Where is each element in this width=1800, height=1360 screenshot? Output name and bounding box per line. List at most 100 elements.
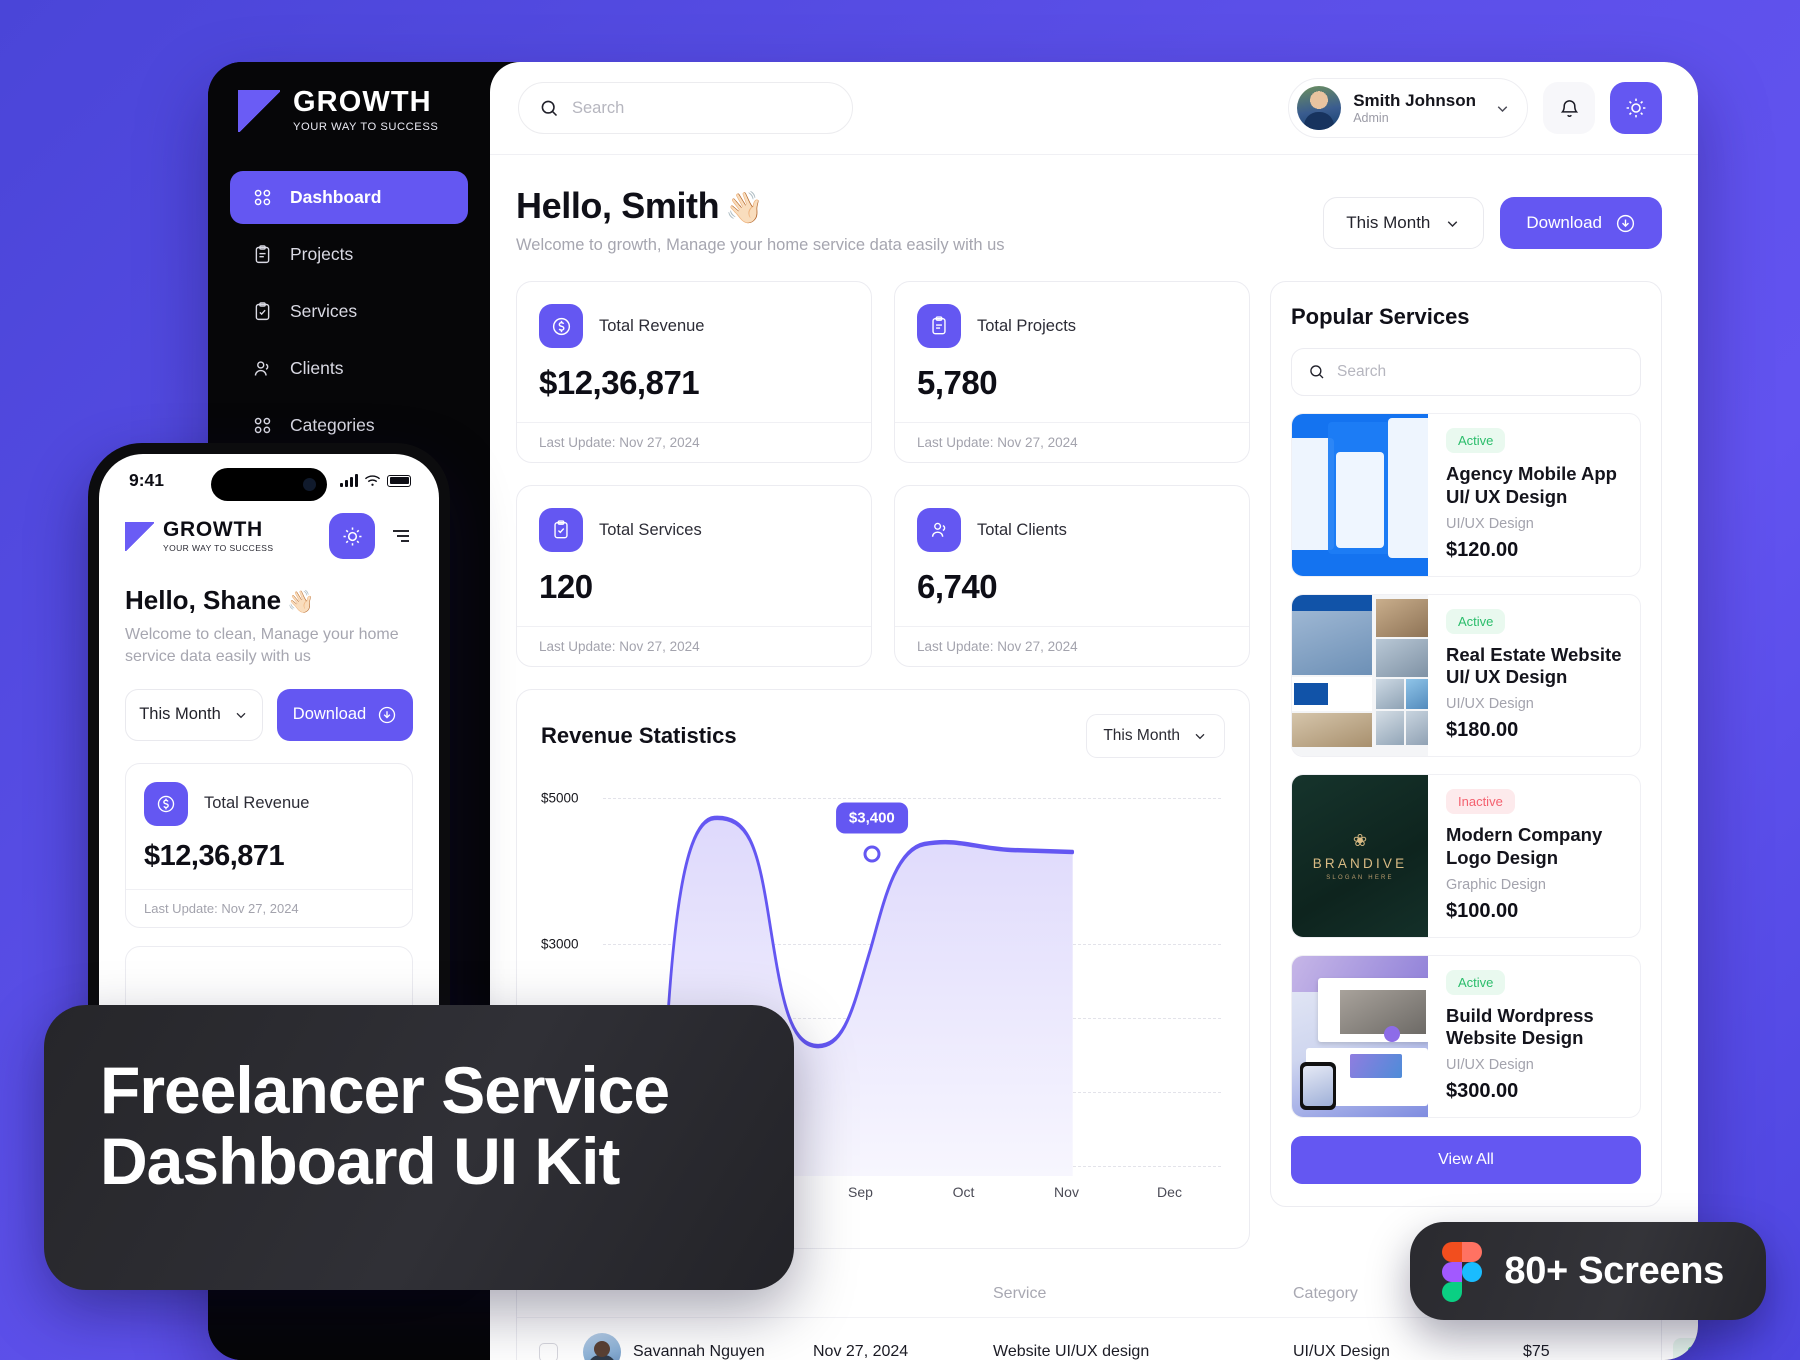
user-role: Admin (1353, 111, 1389, 126)
service-item[interactable]: Active Agency Mobile App UI/ UX Design U… (1291, 413, 1641, 577)
phone-download-label: Download (292, 705, 367, 724)
theme-toggle-button[interactable] (1610, 82, 1662, 134)
chevron-down-icon (236, 712, 246, 719)
status-badge: Inactive (1446, 789, 1515, 814)
chevron-down-icon (1195, 733, 1205, 740)
grid-icon (254, 417, 271, 434)
users-icon (254, 361, 269, 376)
status-badge: Active (1446, 428, 1506, 453)
topbar: Search Smith Johnson Admin (490, 62, 1698, 155)
search-icon (1310, 365, 1324, 379)
growth-logo-icon (238, 89, 280, 132)
service-price: $100.00 (1446, 899, 1519, 922)
phone-logo: GROWTH YOUR WAY TO SUCCESS (125, 519, 273, 553)
period-label: This Month (1346, 213, 1431, 232)
phone-theme-toggle[interactable] (329, 513, 375, 559)
stat-card-total-projects: Total Projects 5,780 Last Update: Nov 27… (894, 281, 1250, 463)
brand-name: GROWTH (293, 86, 432, 118)
page-subtitle: Welcome to growth, Manage your home serv… (516, 236, 1005, 254)
row-amount: $75 (1523, 1343, 1550, 1360)
sidebar-item-label: Clients (290, 358, 344, 378)
services-search-placeholder: Search (1337, 363, 1387, 380)
users-icon (917, 508, 961, 552)
x-tick-label: Nov (1054, 1184, 1079, 1200)
services-search-input[interactable]: Search (1291, 348, 1641, 396)
figma-screens-badge: 80+ Screens (1410, 1222, 1766, 1320)
stat-cards: Total Revenue $12,36,871 Last Update: No… (516, 281, 1250, 667)
clipboard-check-icon (255, 302, 270, 321)
thumbnail-slogan: SLOGAN HERE (1326, 874, 1394, 881)
user-profile-menu[interactable]: Smith Johnson Admin (1288, 78, 1528, 138)
view-all-button[interactable]: View All (1291, 1136, 1641, 1184)
chevron-down-icon (1448, 220, 1458, 227)
service-name: Real Estate Website UI/ UX Design (1446, 643, 1622, 688)
figma-icon (1442, 1242, 1483, 1302)
row-service: Website UI/UX design (993, 1343, 1150, 1360)
panel-title: Popular Services (1291, 304, 1470, 329)
sidebar-item-label: Dashboard (290, 187, 382, 207)
phone-subtitle: Welcome to clean, Manage your home servi… (125, 626, 399, 666)
chart-period-label: This Month (1103, 727, 1180, 744)
service-category: UI/UX Design (1446, 515, 1534, 532)
y-tick-label: $5000 (541, 790, 579, 806)
client-name: Savannah Nguyen (633, 1343, 765, 1360)
service-name: Modern Company Logo Design (1446, 824, 1603, 868)
stat-footer: Last Update: Nov 27, 2024 (895, 422, 1249, 462)
x-tick-label: Dec (1157, 1184, 1182, 1200)
service-name: Agency Mobile App UI/ UX Design (1446, 463, 1617, 507)
phone-stat-value: $12,36,871 (144, 839, 285, 872)
service-price: $300.00 (1446, 1080, 1519, 1102)
download-button[interactable]: Download (1500, 197, 1662, 249)
sidebar-item-label: Categories (290, 415, 375, 435)
dollar-icon (144, 781, 188, 826)
phone-period-selector[interactable]: This Month (125, 688, 263, 741)
phone-brand-name: GROWTH (163, 518, 263, 541)
stat-value: 6,740 (917, 568, 998, 605)
download-icon (379, 706, 396, 723)
status-badge: Active (1446, 969, 1506, 995)
dollar-icon (539, 304, 583, 348)
period-selector[interactable]: This Month (1323, 197, 1485, 249)
page-header: Hello, Smith 👋🏻 Welcome to growth, Manage… (490, 155, 1698, 255)
search-input[interactable]: Search (518, 82, 853, 134)
search-placeholder: Search (572, 98, 625, 117)
sun-icon (342, 526, 362, 546)
service-item[interactable]: Active Real Estate Website UI/ UX Design… (1291, 593, 1641, 757)
wave-icon: 👋🏻 (287, 589, 315, 614)
grid-icon (254, 189, 271, 206)
figma-badge-label: 80+ Screens (1504, 1249, 1724, 1292)
phone-download-button[interactable]: Download (277, 688, 413, 741)
chart-data-point[interactable] (863, 845, 881, 863)
sidebar-item-dashboard[interactable]: Dashboard (230, 171, 468, 224)
chart-tooltip: $3,400 (835, 802, 908, 834)
stat-footer: Last Update: Nov 27, 2024 (517, 422, 871, 462)
phone-stat-footer: Last Update: Nov 27, 2024 (126, 888, 412, 927)
sidebar-item-services[interactable]: Services (230, 285, 468, 338)
stat-footer: Last Update: Nov 27, 2024 (895, 626, 1249, 666)
user-name: Smith Johnson (1353, 90, 1476, 110)
brand-tagline: YOUR WAY TO SUCCESS (293, 121, 439, 133)
service-item[interactable]: Active Build Wordpress Website Design UI… (1291, 954, 1641, 1118)
avatar (1297, 86, 1342, 130)
sidebar-item-projects[interactable]: Projects (230, 228, 468, 281)
table-row[interactable]: Savannah Nguyen Nov 27, 2024 Website UI/… (517, 1317, 1698, 1360)
service-price: $120.00 (1446, 538, 1519, 561)
download-label: Download (1526, 213, 1602, 232)
greeting-text: Hello, Smith (516, 185, 720, 226)
phone-stat-label: Total Revenue (204, 794, 310, 813)
service-item[interactable]: ❀ BRANDIVE SLOGAN HERE Inactive Modern C… (1291, 774, 1641, 938)
sidebar-item-clients[interactable]: Clients (230, 342, 468, 395)
sidebar-logo: GROWTH YOUR WAY TO SUCCESS (230, 88, 468, 133)
stat-value: $12,36,871 (539, 364, 700, 401)
service-category: UI/UX Design (1446, 696, 1534, 712)
notifications-button[interactable] (1543, 82, 1595, 134)
clipboard-icon (255, 245, 270, 264)
chart-period-selector[interactable]: This Month (1086, 714, 1225, 758)
phone-header: GROWTH YOUR WAY TO SUCCESS (99, 491, 439, 559)
signal-icon (340, 473, 358, 487)
stat-label: Total Revenue (599, 316, 705, 335)
row-checkbox[interactable] (539, 1342, 558, 1360)
promo-title-line2: Dashboard UI Kit (100, 1124, 620, 1199)
chart-title: Revenue Statistics (541, 723, 737, 748)
menu-icon[interactable] (389, 526, 413, 546)
